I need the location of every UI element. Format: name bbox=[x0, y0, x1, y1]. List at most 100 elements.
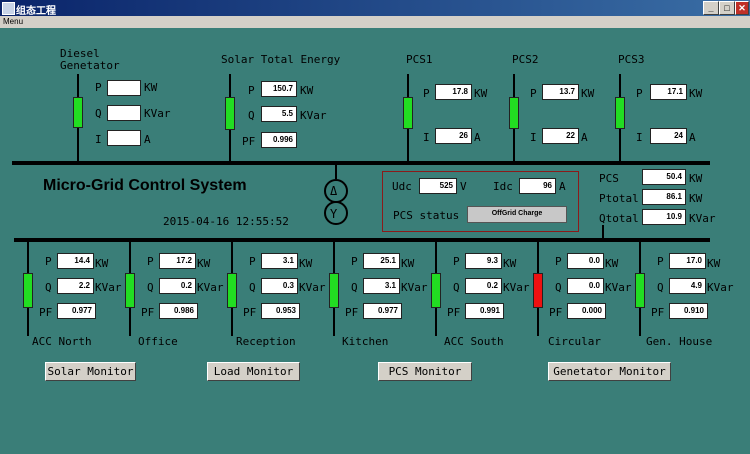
solar-q-label: Q bbox=[248, 109, 255, 122]
pcs-total-unit: KW bbox=[689, 172, 703, 185]
load-1-pf-value: 0.986 bbox=[159, 303, 198, 319]
diesel-title: Diesel Genetator bbox=[60, 47, 120, 72]
load-2-breaker[interactable] bbox=[227, 273, 237, 308]
solar-monitor-button[interactable]: Solar Monitor bbox=[45, 362, 136, 381]
solar-q-unit: KVar bbox=[300, 109, 327, 122]
pcs3-p-unit: KW bbox=[689, 87, 703, 100]
load-6-p-value: 17.0 bbox=[669, 253, 706, 269]
load-1-p-label: P bbox=[147, 255, 154, 268]
diesel-breaker[interactable] bbox=[73, 97, 83, 128]
app-window: 组态工程 _ □ ✕ Menu Δ Y Micro-Grid Control S… bbox=[0, 0, 750, 454]
load-3-q-value: 3.1 bbox=[363, 278, 400, 294]
totals-link bbox=[602, 225, 604, 238]
load-2-p-value: 3.1 bbox=[261, 253, 298, 269]
load-5-p-value: 0.0 bbox=[567, 253, 604, 269]
pcs1-i-value: 26 bbox=[435, 128, 472, 144]
load-2-q-value: 0.3 bbox=[261, 278, 298, 294]
diesel-i-label: I bbox=[95, 133, 102, 146]
solar-p-label: P bbox=[248, 84, 255, 97]
load-6-q-value: 4.9 bbox=[669, 278, 706, 294]
pcs3-breaker[interactable] bbox=[615, 97, 625, 129]
idc-value: 96 bbox=[519, 178, 556, 194]
load-3-q-label: Q bbox=[351, 281, 358, 294]
load-5-p-label: P bbox=[555, 255, 562, 268]
load-4-breaker[interactable] bbox=[431, 273, 441, 308]
load-1-q-value: 0.2 bbox=[159, 278, 196, 294]
load-3-name: Kitchen bbox=[342, 335, 389, 348]
load-5-pf-value: 0.000 bbox=[567, 303, 606, 319]
load-1-q-unit: KVar bbox=[197, 281, 224, 294]
load-1-breaker[interactable] bbox=[125, 273, 135, 308]
load-6-breaker[interactable] bbox=[635, 273, 645, 308]
load-2-name: Reception bbox=[236, 335, 296, 348]
load-0-p-value: 14.4 bbox=[57, 253, 94, 269]
load-5-name: Circular bbox=[548, 335, 601, 348]
solar-pf-label: PF bbox=[242, 135, 256, 148]
load-3-pf-value: 0.977 bbox=[363, 303, 402, 319]
qtotal-label: Qtotal bbox=[599, 212, 639, 225]
pcs-total-value: 50.4 bbox=[642, 169, 686, 185]
load-4-pf-value: 0.991 bbox=[465, 303, 504, 319]
solar-p-value: 150.7 bbox=[261, 81, 297, 97]
diesel-q-label: Q bbox=[95, 107, 102, 120]
load-0-breaker[interactable] bbox=[23, 273, 33, 308]
solar-title: Solar Total Energy bbox=[221, 53, 341, 66]
load-5-pf-label: PF bbox=[549, 306, 563, 319]
qtotal-unit: KVar bbox=[689, 212, 716, 225]
load-4-pf-label: PF bbox=[447, 306, 461, 319]
load-monitor-button[interactable]: Load Monitor bbox=[207, 362, 300, 381]
lower-bus bbox=[14, 238, 710, 242]
load-4-q-value: 0.2 bbox=[465, 278, 502, 294]
load-5-q-unit: KVar bbox=[605, 281, 632, 294]
menu-item[interactable]: Menu bbox=[3, 17, 23, 26]
generator-monitor-button[interactable]: Genetator Monitor bbox=[548, 362, 671, 381]
load-2-q-unit: KVar bbox=[299, 281, 326, 294]
xfmr-line-top bbox=[335, 165, 337, 179]
load-4-q-unit: KVar bbox=[503, 281, 530, 294]
pcs2-i-value: 22 bbox=[542, 128, 579, 144]
pcs-monitor-button[interactable]: PCS Monitor bbox=[378, 362, 472, 381]
pcs1-breaker[interactable] bbox=[403, 97, 413, 129]
load-5-q-label: Q bbox=[555, 281, 562, 294]
load-6-p-label: P bbox=[657, 255, 664, 268]
ptotal-value: 86.1 bbox=[642, 189, 686, 205]
pcs-total-label: PCS bbox=[599, 172, 619, 185]
load-6-pf-value: 0.910 bbox=[669, 303, 708, 319]
load-3-p-unit: KW bbox=[401, 257, 415, 270]
page-title: Micro-Grid Control System bbox=[43, 177, 247, 194]
load-5-q-value: 0.0 bbox=[567, 278, 604, 294]
pcs2-breaker[interactable] bbox=[509, 97, 519, 129]
load-3-breaker[interactable] bbox=[329, 273, 339, 308]
pcs1-i-label: I bbox=[423, 131, 430, 144]
udc-unit: V bbox=[460, 180, 467, 193]
minimize-icon[interactable]: _ bbox=[703, 1, 719, 15]
pcs2-p-unit: KW bbox=[581, 87, 595, 100]
pcs-status-label: PCS status bbox=[393, 209, 460, 222]
solar-p-unit: KW bbox=[300, 84, 314, 97]
load-0-p-label: P bbox=[45, 255, 52, 268]
ptotal-unit: KW bbox=[689, 192, 703, 205]
load-2-p-label: P bbox=[249, 255, 256, 268]
diesel-q-value bbox=[107, 105, 141, 121]
diesel-q-unit: KVar bbox=[144, 107, 171, 120]
idc-unit: A bbox=[559, 180, 566, 193]
load-2-pf-label: PF bbox=[243, 306, 257, 319]
load-2-p-unit: KW bbox=[299, 257, 313, 270]
load-6-pf-label: PF bbox=[651, 306, 665, 319]
diesel-p-label: P bbox=[95, 81, 102, 94]
load-4-p-label: P bbox=[453, 255, 460, 268]
load-0-pf-label: PF bbox=[39, 306, 53, 319]
load-3-q-unit: KVar bbox=[401, 281, 428, 294]
load-1-p-value: 17.2 bbox=[159, 253, 196, 269]
load-3-pf-label: PF bbox=[345, 306, 359, 319]
load-6-q-label: Q bbox=[657, 281, 664, 294]
load-3-p-value: 25.1 bbox=[363, 253, 400, 269]
maximize-icon[interactable]: □ bbox=[719, 1, 735, 15]
close-icon[interactable]: ✕ bbox=[735, 1, 749, 15]
load-5-breaker[interactable] bbox=[533, 273, 543, 308]
load-4-p-unit: KW bbox=[503, 257, 517, 270]
pcs2-i-unit: A bbox=[581, 131, 588, 144]
pcs2-p-value: 13.7 bbox=[542, 84, 579, 100]
udc-label: Udc bbox=[392, 180, 412, 193]
solar-breaker[interactable] bbox=[225, 97, 235, 130]
